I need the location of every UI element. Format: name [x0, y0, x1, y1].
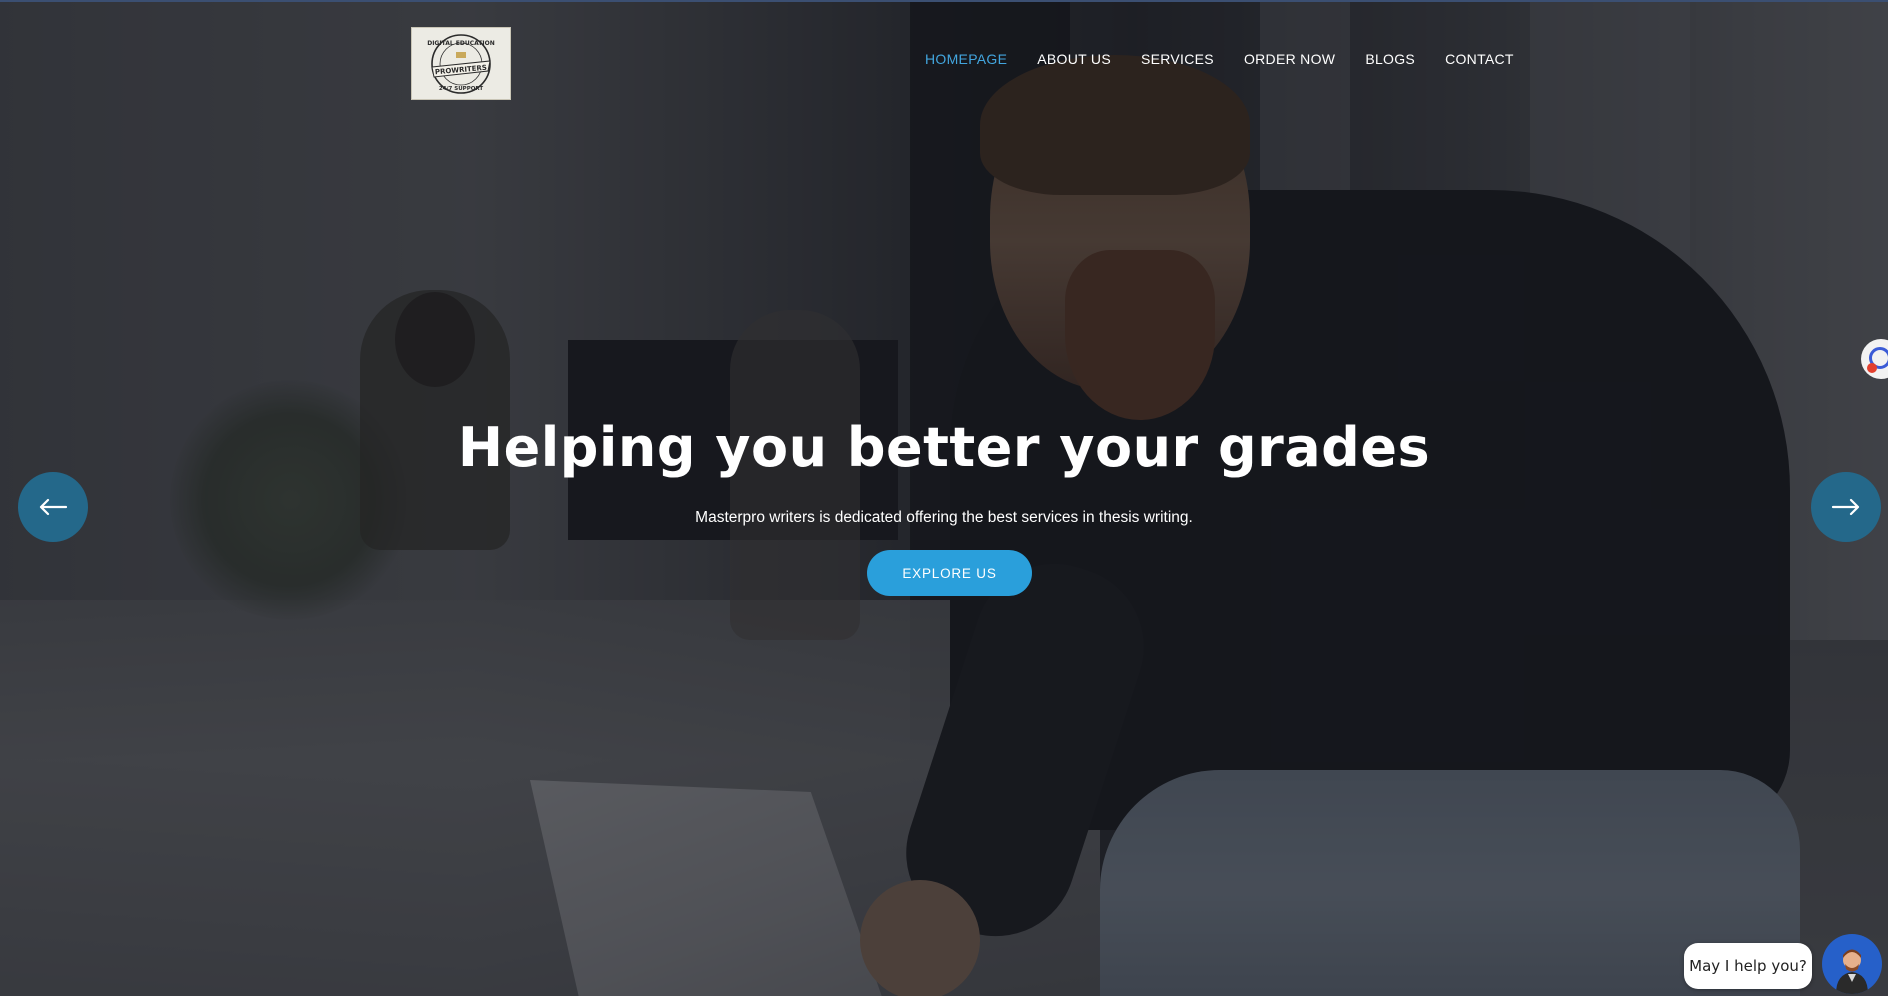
logo-emblem-icon: DIGITAL EDUCATION PROWRITERS 24/7 SUPPOR… [427, 33, 495, 94]
hero-slider: DIGITAL EDUCATION PROWRITERS 24/7 SUPPOR… [0, 0, 1888, 996]
main-nav: HOMEPAGE ABOUT US SERVICES ORDER NOW BLO… [925, 50, 1544, 68]
logo-top-text: DIGITAL EDUCATION [427, 40, 495, 47]
arrow-left-icon [39, 498, 68, 516]
arrow-right-icon [1831, 498, 1860, 516]
site-logo[interactable]: DIGITAL EDUCATION PROWRITERS 24/7 SUPPOR… [411, 27, 511, 100]
chat-open-button[interactable] [1822, 934, 1882, 994]
nav-homepage[interactable]: HOMEPAGE [925, 50, 1007, 68]
nav-services[interactable]: SERVICES [1141, 50, 1214, 68]
nav-blogs[interactable]: BLOGS [1365, 50, 1415, 68]
explore-us-button[interactable]: EXPLORE US [867, 550, 1032, 596]
nav-order-now[interactable]: ORDER NOW [1244, 50, 1335, 68]
chat-prompt-bubble[interactable]: May I help you? [1684, 943, 1812, 989]
slider-prev-button[interactable] [18, 472, 88, 542]
hero-title: Helping you better your grades [457, 416, 1431, 479]
logo-bottom-text: 24/7 SUPPORT [439, 86, 484, 92]
slider-next-button[interactable] [1811, 472, 1881, 542]
nav-about-us[interactable]: ABOUT US [1037, 50, 1111, 68]
nav-contact[interactable]: CONTACT [1445, 50, 1514, 68]
hero-subtitle: Masterpro writers is dedicated offering … [695, 509, 1193, 526]
top-border [0, 0, 1888, 2]
chat-prompt-text: May I help you? [1689, 957, 1807, 975]
support-agent-avatar-icon [1836, 949, 1868, 994]
hero-dark-overlay [0, 0, 1888, 996]
notification-badge [1867, 363, 1877, 373]
